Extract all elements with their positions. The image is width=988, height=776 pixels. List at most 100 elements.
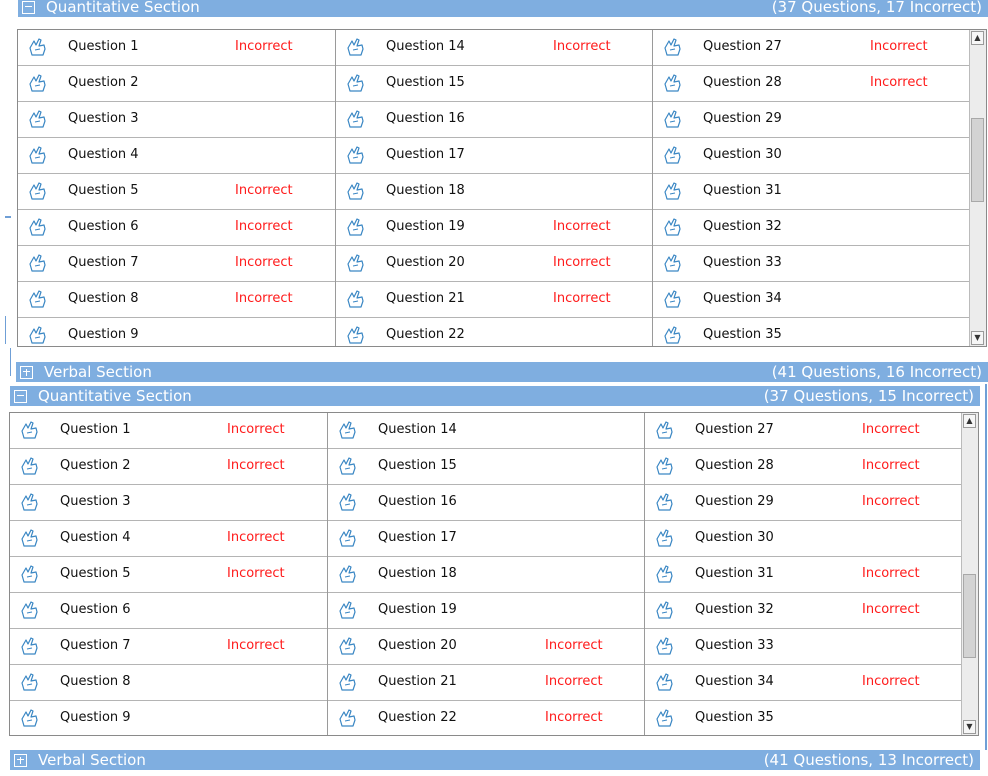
question-label[interactable]: Question 33	[695, 638, 774, 654]
question-row[interactable]: Question 31	[653, 174, 970, 210]
question-row[interactable]: Question 7 Incorrect	[10, 629, 327, 665]
question-label[interactable]: Question 7	[60, 638, 131, 654]
question-row[interactable]: Question 19 Incorrect	[336, 210, 652, 246]
question-row[interactable]: Question 14 Incorrect	[336, 30, 652, 66]
quantitative-section-header[interactable]: Quantitative Section (37 Questions, 17 I…	[18, 0, 988, 17]
question-label[interactable]: Question 6	[60, 602, 131, 618]
question-row[interactable]: Question 9	[18, 318, 335, 346]
question-row[interactable]: Question 8	[10, 665, 327, 701]
question-row[interactable]: Question 34	[653, 282, 970, 318]
question-row[interactable]: Question 33	[653, 246, 970, 282]
expand-icon[interactable]	[20, 365, 33, 379]
question-row[interactable]: Question 16	[336, 102, 652, 138]
question-row[interactable]: Question 29 Incorrect	[645, 485, 962, 521]
question-label[interactable]: Question 28	[703, 75, 782, 91]
question-row[interactable]: Question 9	[10, 701, 327, 735]
question-row[interactable]: Question 28 Incorrect	[653, 66, 970, 102]
question-row[interactable]: Question 5 Incorrect	[10, 557, 327, 593]
question-label[interactable]: Question 22	[378, 710, 457, 726]
question-label[interactable]: Question 1	[60, 422, 131, 438]
question-row[interactable]: Question 30	[645, 521, 962, 557]
question-label[interactable]: Question 3	[68, 111, 139, 127]
question-row[interactable]: Question 2 Incorrect	[10, 449, 327, 485]
question-label[interactable]: Question 30	[703, 147, 782, 163]
question-label[interactable]: Question 34	[703, 291, 782, 307]
question-row[interactable]: Question 34 Incorrect	[645, 665, 962, 701]
question-label[interactable]: Question 5	[60, 566, 131, 582]
question-row[interactable]: Question 20 Incorrect	[328, 629, 644, 665]
question-label[interactable]: Question 20	[378, 638, 457, 654]
question-row[interactable]: Question 6	[10, 593, 327, 629]
question-label[interactable]: Question 35	[695, 710, 774, 726]
question-row[interactable]: Question 2	[18, 66, 335, 102]
question-row[interactable]: Question 28 Incorrect	[645, 449, 962, 485]
question-label[interactable]: Question 14	[378, 422, 457, 438]
question-label[interactable]: Question 1	[68, 39, 139, 55]
question-label[interactable]: Question 14	[386, 39, 465, 55]
question-label[interactable]: Question 27	[695, 422, 774, 438]
question-row[interactable]: Question 33	[645, 629, 962, 665]
question-label[interactable]: Question 31	[695, 566, 774, 582]
question-label[interactable]: Question 9	[68, 327, 139, 343]
scrollbar-thumb[interactable]	[971, 118, 984, 202]
question-label[interactable]: Question 21	[386, 291, 465, 307]
question-label[interactable]: Question 33	[703, 255, 782, 271]
question-row[interactable]: Question 6 Incorrect	[18, 210, 335, 246]
question-label[interactable]: Question 27	[703, 39, 782, 55]
collapse-icon[interactable]	[14, 389, 27, 403]
question-label[interactable]: Question 32	[695, 602, 774, 618]
question-row[interactable]: Question 8 Incorrect	[18, 282, 335, 318]
question-row[interactable]: Question 21 Incorrect	[328, 665, 644, 701]
vertical-scrollbar[interactable]: ▲ ▼	[969, 30, 986, 346]
question-row[interactable]: Question 27 Incorrect	[653, 30, 970, 66]
question-row[interactable]: Question 15	[328, 449, 644, 485]
verbal-section-header[interactable]: Verbal Section (41 Questions, 16 Incorre…	[16, 362, 988, 382]
question-label[interactable]: Question 32	[703, 219, 782, 235]
question-label[interactable]: Question 17	[386, 147, 465, 163]
question-label[interactable]: Question 19	[378, 602, 457, 618]
question-row[interactable]: Question 5 Incorrect	[18, 174, 335, 210]
question-row[interactable]: Question 7 Incorrect	[18, 246, 335, 282]
question-row[interactable]: Question 4	[18, 138, 335, 174]
question-row[interactable]: Question 4 Incorrect	[10, 521, 327, 557]
scroll-down-icon[interactable]: ▼	[963, 720, 976, 734]
question-label[interactable]: Question 34	[695, 674, 774, 690]
question-row[interactable]: Question 35	[653, 318, 970, 346]
question-row[interactable]: Question 22 Incorrect	[328, 701, 644, 735]
question-row[interactable]: Question 18	[328, 557, 644, 593]
question-row[interactable]: Question 22	[336, 318, 652, 346]
question-row[interactable]: Question 14	[328, 413, 644, 449]
question-label[interactable]: Question 2	[60, 458, 131, 474]
question-row[interactable]: Question 32 Incorrect	[645, 593, 962, 629]
question-label[interactable]: Question 16	[386, 111, 465, 127]
question-row[interactable]: Question 20 Incorrect	[336, 246, 652, 282]
question-row[interactable]: Question 18	[336, 174, 652, 210]
question-label[interactable]: Question 8	[60, 674, 131, 690]
question-label[interactable]: Question 17	[378, 530, 457, 546]
question-row[interactable]: Question 17	[328, 521, 644, 557]
scroll-up-icon[interactable]: ▲	[963, 414, 976, 428]
question-row[interactable]: Question 15	[336, 66, 652, 102]
question-label[interactable]: Question 15	[386, 75, 465, 91]
question-row[interactable]: Question 16	[328, 485, 644, 521]
question-label[interactable]: Question 22	[386, 327, 465, 343]
question-label[interactable]: Question 20	[386, 255, 465, 271]
vertical-scrollbar[interactable]: ▲ ▼	[961, 413, 978, 735]
question-row[interactable]: Question 3	[10, 485, 327, 521]
question-label[interactable]: Question 7	[68, 255, 139, 271]
question-label[interactable]: Question 18	[378, 566, 457, 582]
question-label[interactable]: Question 6	[68, 219, 139, 235]
question-label[interactable]: Question 21	[378, 674, 457, 690]
question-row[interactable]: Question 32	[653, 210, 970, 246]
question-label[interactable]: Question 16	[378, 494, 457, 510]
quantitative-section-header[interactable]: Quantitative Section (37 Questions, 15 I…	[10, 386, 980, 406]
collapse-icon[interactable]	[22, 0, 35, 14]
question-label[interactable]: Question 2	[68, 75, 139, 91]
question-label[interactable]: Question 18	[386, 183, 465, 199]
question-row[interactable]: Question 1 Incorrect	[10, 413, 327, 449]
question-row[interactable]: Question 3	[18, 102, 335, 138]
question-label[interactable]: Question 4	[60, 530, 131, 546]
question-row[interactable]: Question 30	[653, 138, 970, 174]
question-label[interactable]: Question 4	[68, 147, 139, 163]
question-label[interactable]: Question 3	[60, 494, 131, 510]
